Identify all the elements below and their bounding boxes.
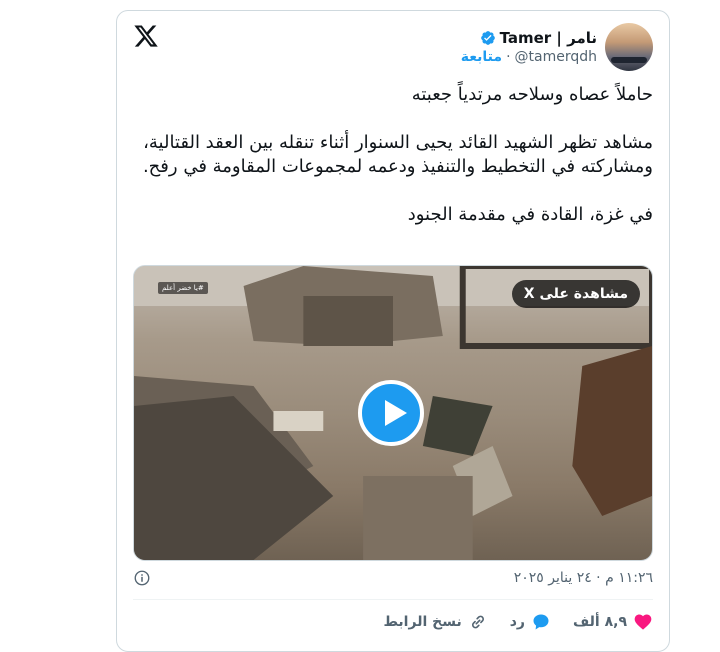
video-media[interactable]: #يا خضر أعلم مشاهدة على X — [133, 265, 653, 561]
play-icon[interactable] — [358, 380, 424, 446]
tweet-card: نامر | Tamer @tamerqdh · متابعة حاملاً ع… — [116, 10, 670, 652]
x-logo-icon[interactable] — [133, 23, 159, 49]
tweet-text: حاملاً عصاه وسلاحه مرتدياً جعبته مشاهد ت… — [142, 84, 653, 225]
channel-tag: #يا خضر أعلم — [158, 282, 208, 294]
action-bar: ٨,٩ ألف رد نسخ الرابط — [133, 609, 653, 635]
link-icon — [471, 615, 484, 629]
follow-button[interactable]: متابعة — [461, 49, 502, 65]
copy-link-button[interactable]: نسخ الرابط — [383, 612, 487, 632]
name-row: نامر | Tamer — [461, 29, 597, 47]
divider — [133, 599, 653, 600]
user-handle[interactable]: @tamerqdh — [515, 49, 597, 65]
reply-bubble-icon — [533, 614, 549, 630]
user-block: نامر | Tamer @tamerqdh · متابعة — [461, 29, 597, 65]
tweet-timestamp[interactable]: ١١:٢٦ م · ٢٤ يناير ٢٠٢٥ — [514, 570, 653, 586]
display-name[interactable]: نامر | Tamer — [500, 29, 597, 47]
watch-on-x-badge[interactable]: مشاهدة على X — [511, 280, 640, 308]
avatar[interactable] — [605, 23, 653, 71]
separator-dot: · — [506, 49, 511, 65]
info-icon[interactable] — [133, 569, 151, 587]
timestamp-row: ١١:٢٦ م · ٢٤ يناير ٢٠٢٥ — [133, 567, 653, 589]
verified-badge-icon — [480, 31, 495, 45]
tweet-header: نامر | Tamer @tamerqdh · متابعة — [133, 21, 653, 73]
handle-row: @tamerqdh · متابعة — [461, 49, 597, 65]
like-button[interactable]: ٨,٩ ألف — [573, 612, 653, 632]
reply-button[interactable]: رد — [510, 612, 551, 632]
heart-icon — [634, 614, 652, 630]
